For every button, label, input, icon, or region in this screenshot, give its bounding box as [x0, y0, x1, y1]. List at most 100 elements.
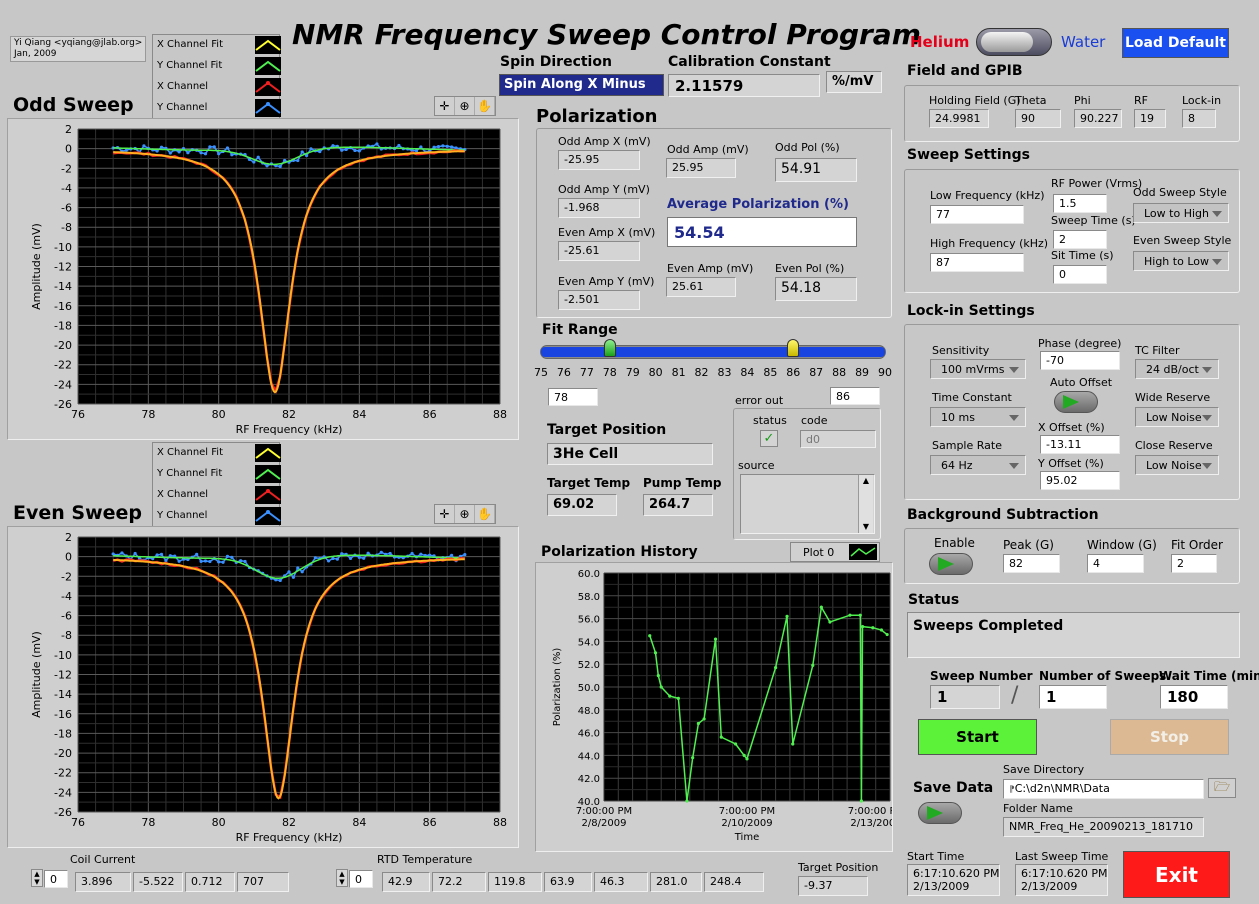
even-style-select[interactable]: High to Low [1133, 251, 1229, 271]
even-graph-palette[interactable]: ✛ ⊕ ✋ [434, 504, 496, 524]
water-label: Water [1061, 33, 1106, 51]
zoom-icon[interactable]: ⊕ [455, 505, 475, 523]
load-default-button[interactable]: Load Default [1122, 28, 1229, 58]
odd-style-select[interactable]: Low to High [1133, 203, 1229, 223]
odd-graph-palette[interactable]: ✛ ⊕ ✋ [434, 96, 496, 116]
bg-enable-button[interactable] [929, 553, 973, 575]
history-point [685, 799, 689, 803]
x-tick-label: 88 [493, 408, 507, 421]
num-sweeps-label: Number of Sweeps [1039, 669, 1167, 683]
fit-low-input[interactable]: 78 [548, 388, 598, 406]
odd-amp-y-label: Odd Amp Y (mV) [558, 183, 650, 196]
high-freq-input[interactable]: 87 [930, 253, 1024, 272]
error-source-label: source [738, 459, 775, 472]
x-tick-label: 76 [71, 816, 85, 829]
y-channel-point [296, 158, 300, 163]
browse-folder-icon[interactable]: 🗁 [1208, 778, 1236, 798]
rtd-index-spinner[interactable]: ▲ ▼ [336, 869, 348, 887]
target-position-label: Target Position [547, 422, 667, 438]
zoom-icon[interactable]: ⊕ [455, 97, 475, 115]
bottom-target-position-label: Target Position [798, 861, 879, 874]
spin-direction-select[interactable]: Spin Along X Minus [499, 74, 664, 96]
tc-filter-select[interactable]: 24 dB/oct [1135, 359, 1219, 379]
start-button[interactable]: Start [918, 719, 1037, 755]
x-tick-label: 84 [352, 816, 366, 829]
auto-offset-button[interactable] [1054, 391, 1098, 413]
fit-order-input[interactable]: 2 [1171, 554, 1217, 573]
down-arrow-icon[interactable]: ▼ [32, 878, 42, 886]
y-tick-label: -6 [61, 202, 72, 215]
even-pol-value: 54.18 [775, 277, 857, 301]
coil-index-input[interactable]: 0 [44, 870, 68, 888]
sensitivity-select[interactable]: 100 mVrms [930, 359, 1026, 379]
y-channel-point [340, 148, 344, 152]
legend-x-channel-swatch [255, 486, 281, 504]
fit-high-handle[interactable] [787, 339, 800, 357]
save-data-button[interactable] [918, 802, 962, 824]
history-legend-swatch [849, 544, 877, 560]
even-amp-x-value: -25.61 [558, 241, 640, 261]
fit-range-slider[interactable] [540, 339, 886, 359]
x-offset-input[interactable]: -13.11 [1040, 435, 1120, 454]
low-freq-input[interactable]: 77 [930, 205, 1024, 224]
stop-button[interactable]: Stop [1110, 719, 1229, 755]
lockin-value: 8 [1182, 109, 1216, 128]
toggle-knob [981, 32, 1033, 52]
rf-power-label: RF Power (Vrms) [1051, 177, 1143, 190]
history-point [879, 628, 884, 632]
y-offset-input[interactable]: 95.02 [1040, 471, 1120, 490]
hand-icon[interactable]: ✋ [475, 97, 495, 115]
y-channel-point [362, 556, 366, 560]
y-channel-point [208, 559, 212, 564]
fit-low-handle[interactable] [603, 339, 616, 357]
sweep-number-label: Sweep Number [930, 669, 1033, 683]
crosshair-icon[interactable]: ✛ [435, 97, 455, 115]
wait-time-input[interactable]: 180 [1160, 685, 1228, 709]
exit-button[interactable]: Exit [1123, 851, 1230, 898]
rtd-label: RTD Temperature [377, 853, 473, 866]
status-value: Sweeps Completed [907, 612, 1240, 658]
num-sweeps-input[interactable]: 1 [1039, 685, 1107, 709]
rf-power-input[interactable]: 1.5 [1053, 194, 1107, 213]
down-arrow-icon[interactable]: ▼ [337, 878, 347, 886]
y-tick-label: 0 [65, 551, 72, 564]
start-time-value: 6:17:10.620 PM 2/13/2009 [907, 864, 1000, 896]
sit-time-input[interactable]: 0 [1053, 265, 1107, 284]
y-tick-label: 44.0 [578, 751, 600, 762]
close-reserve-select[interactable]: Low Noise [1135, 455, 1219, 475]
up-arrow-icon[interactable]: ▲ [337, 870, 347, 878]
source-scrollbar[interactable]: ▲ ▼ [858, 475, 873, 533]
odd-amp-label: Odd Amp (mV) [667, 143, 749, 156]
sample-rate-select[interactable]: 64 Hz [930, 455, 1026, 475]
fit-high-input[interactable]: 86 [830, 387, 880, 405]
history-point [791, 742, 795, 746]
y-tick-label: 56.0 [578, 615, 600, 626]
odd-pol-label: Odd Pol (%) [775, 141, 840, 154]
time-constant-select[interactable]: 10 ms [930, 407, 1026, 427]
helium-water-toggle[interactable] [976, 28, 1052, 56]
y-channel-point [366, 551, 370, 555]
peak-input[interactable]: 82 [1003, 554, 1060, 573]
coil-value-0: 3.896 [75, 872, 131, 892]
phase-input[interactable]: -70 [1040, 351, 1120, 370]
y-channel-point [278, 578, 282, 583]
x-offset-label: X Offset (%) [1038, 421, 1105, 434]
coil-index-spinner[interactable]: ▲ ▼ [31, 869, 43, 887]
sweep-time-input[interactable]: 2 [1053, 230, 1107, 249]
scroll-up-icon[interactable]: ▲ [859, 475, 873, 487]
scroll-down-icon[interactable]: ▼ [859, 521, 873, 533]
y-channel-point [124, 148, 128, 152]
rtd-index-input[interactable]: 0 [349, 870, 373, 888]
up-arrow-icon[interactable]: ▲ [32, 870, 42, 878]
even-amp-value: 25.61 [666, 277, 736, 297]
y-tick-label: -18 [54, 319, 72, 332]
hand-icon[interactable]: ✋ [475, 505, 495, 523]
target-position-value: 3He Cell [547, 443, 713, 465]
save-dir-input[interactable]: ⁋C:\d2n\NMR\Data [1003, 779, 1204, 799]
calibration-label: Calibration Constant [668, 54, 831, 70]
field-gpib-title: Field and GPIB [907, 63, 1023, 79]
window-input[interactable]: 4 [1087, 554, 1144, 573]
crosshair-icon[interactable]: ✛ [435, 505, 455, 523]
y-tick-label: -16 [54, 300, 72, 313]
wide-reserve-select[interactable]: Low Noise [1135, 407, 1219, 427]
